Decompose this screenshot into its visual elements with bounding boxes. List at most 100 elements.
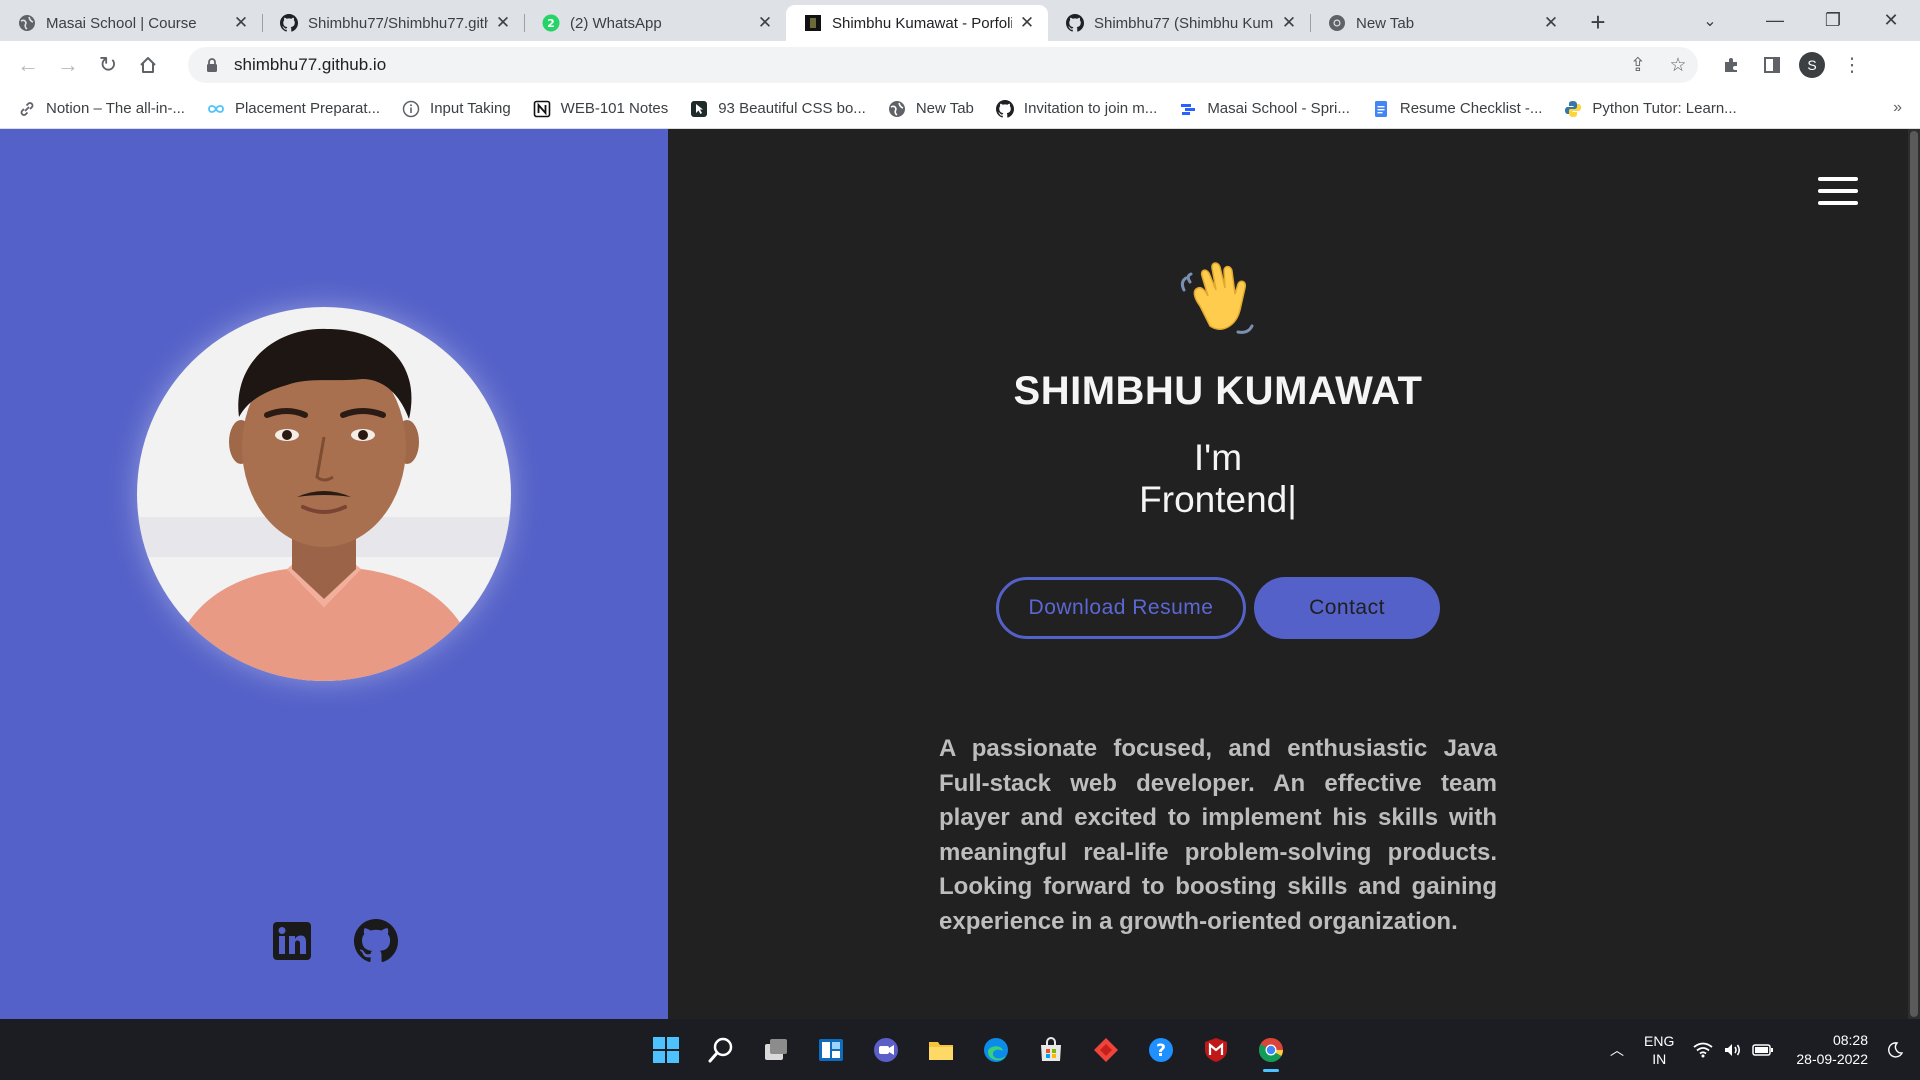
profile-name: SHIMBHU KUMAWAT [1013,369,1423,413]
store-icon[interactable] [1023,1027,1078,1073]
bookmark-notion[interactable]: Notion – The all-in-... [18,100,185,118]
bookmark-input-taking[interactable]: Input Taking [402,100,511,118]
volume-icon[interactable] [1718,1042,1748,1058]
whatsapp-icon: 2 [542,14,560,32]
profile-panel [0,129,668,1019]
tab-close-icon[interactable]: ✕ [756,14,774,32]
github-icon[interactable] [354,919,398,963]
tab-portfolio[interactable]: Shimbhu Kumawat - Porfolio ✕ [786,5,1048,41]
docs-icon [1372,100,1390,118]
edge-icon[interactable] [968,1027,1023,1073]
hamburger-menu-icon[interactable] [1818,177,1858,205]
tab-title: Shimbhu77 (Shimbhu Kuma [1094,14,1274,32]
bookmark-star-icon[interactable]: ☆ [1658,47,1698,83]
bookmark-label: WEB-101 Notes [560,100,669,117]
anydesk-icon[interactable] [1078,1027,1133,1073]
windows-taskbar: ? ︿ ENG IN 08:28 28-09-2022 [0,1019,1920,1080]
new-tab-button[interactable]: + [1578,5,1618,41]
bookmark-python-tutor[interactable]: Python Tutor: Learn... [1564,100,1737,118]
tray-overflow-chevron-icon[interactable]: ︿ [1602,1040,1632,1060]
site-icon [804,14,822,32]
chrome-icon [1328,14,1346,32]
tab-title: (2) WhatsApp [570,14,662,32]
browser-toolbar: ← → ↻ shimbhu77.github.io ⇪ ☆ S ⋮ [0,41,1920,89]
widgets-icon[interactable] [803,1027,858,1073]
tab-search-chevron-icon[interactable]: ⌄ [1690,0,1730,41]
cursor-icon [690,100,708,118]
bookmark-invitation[interactable]: Invitation to join m... [995,99,1158,118]
linkedin-icon[interactable] [270,919,314,963]
bookmark-css-boxes[interactable]: 93 Beautiful CSS bo... [690,100,866,118]
mcafee-icon[interactable] [1188,1027,1243,1073]
bookmark-label: Invitation to join m... [1023,100,1158,117]
share-icon[interactable]: ⇪ [1618,47,1658,83]
file-explorer-icon[interactable] [913,1027,968,1073]
extensions-icon[interactable] [1712,45,1752,85]
back-icon[interactable]: ← [8,45,48,85]
page-scrollbar[interactable] [1908,129,1920,1019]
globe-icon [18,14,36,32]
tab-new-tab[interactable]: New Tab ✕ [1310,5,1572,41]
bookmark-label: New Tab [915,100,974,117]
reload-icon[interactable]: ↻ [88,45,128,85]
bookmark-label: Python Tutor: Learn... [1592,100,1737,117]
avatar: S [1799,52,1825,78]
restore-icon[interactable]: ❐ [1804,0,1862,41]
bookmark-label: Placement Preparat... [234,100,381,117]
minimize-icon[interactable]: — [1746,0,1804,41]
tab-close-icon[interactable]: ✕ [494,14,512,32]
tab-github-repo[interactable]: Shimbhu77/Shimbhu77.githu ✕ [262,5,524,41]
chrome-icon[interactable] [1243,1027,1298,1073]
tab-github-profile[interactable]: Shimbhu77 (Shimbhu Kuma ✕ [1048,5,1310,41]
scrollbar-thumb[interactable] [1910,131,1918,1017]
bookmark-resume-checklist[interactable]: Resume Checklist -... [1372,100,1543,118]
forward-icon[interactable]: → [48,45,88,85]
tab-close-icon[interactable]: ✕ [232,14,250,32]
tab-whatsapp[interactable]: 2 (2) WhatsApp ✕ [524,5,786,41]
bookmark-web101[interactable]: WEB-101 Notes [533,100,669,118]
masai-icon [1179,100,1197,118]
system-tray: ︿ ENG IN 08:28 28-09-2022 [1602,1019,1920,1080]
download-resume-button[interactable]: Download Resume [996,577,1246,639]
portfolio-page: SHIMBHU KUMAWAT I'm Frontend| Download R… [0,129,1920,1019]
bookmark-label: 93 Beautiful CSS bo... [718,100,866,117]
clock-date: 28-09-2022 [1796,1050,1868,1067]
search-icon[interactable] [693,1027,748,1073]
address-bar[interactable]: shimbhu77.github.io ⇪ ☆ [188,47,1698,83]
region-code: IN [1652,1050,1667,1067]
close-window-icon[interactable]: ✕ [1862,0,1920,41]
menu-kebab-icon[interactable]: ⋮ [1832,45,1872,85]
github-icon [1066,14,1084,32]
github-icon [995,99,1014,118]
contact-button[interactable]: Contact [1254,577,1440,639]
focus-moon-icon[interactable] [1880,1041,1910,1058]
tab-close-icon[interactable]: ✕ [1018,14,1036,32]
tab-close-icon[interactable]: ✕ [1542,14,1560,32]
bookmark-placement[interactable]: Placement Preparat... [207,100,380,118]
tab-masai-course[interactable]: Masai School | Course ✕ [0,5,262,41]
teams-chat-icon[interactable] [858,1027,913,1073]
whatsapp-badge: 2 [547,17,555,30]
clock[interactable]: 08:28 28-09-2022 [1796,1031,1868,1069]
bookmark-new-tab[interactable]: New Tab [888,100,974,118]
tab-close-icon[interactable]: ✕ [1280,14,1298,32]
task-view-icon[interactable] [748,1027,803,1073]
windows-start-icon[interactable] [638,1027,693,1073]
wifi-icon[interactable] [1688,1042,1718,1058]
lock-icon[interactable] [202,55,222,75]
side-panel-icon[interactable] [1752,45,1792,85]
help-icon[interactable]: ? [1133,1027,1188,1073]
bookmark-label: Resume Checklist -... [1399,100,1543,117]
profile-button[interactable]: S [1792,45,1832,85]
battery-icon[interactable] [1748,1043,1778,1057]
notion-icon [533,100,551,118]
bookmarks-overflow-icon[interactable]: » [1893,99,1902,117]
bookmark-label: Masai School - Spri... [1207,100,1350,117]
tab-strip: Masai School | Course ✕ Shimbhu77/Shimbh… [0,0,1920,41]
bookmark-masai-sprint[interactable]: Masai School - Spri... [1179,100,1350,118]
github-icon [280,14,298,32]
greeting-text: I'm [1193,437,1243,478]
infinity-icon [207,100,225,118]
language-indicator[interactable]: ENG IN [1644,1032,1674,1068]
home-icon[interactable] [128,45,168,85]
